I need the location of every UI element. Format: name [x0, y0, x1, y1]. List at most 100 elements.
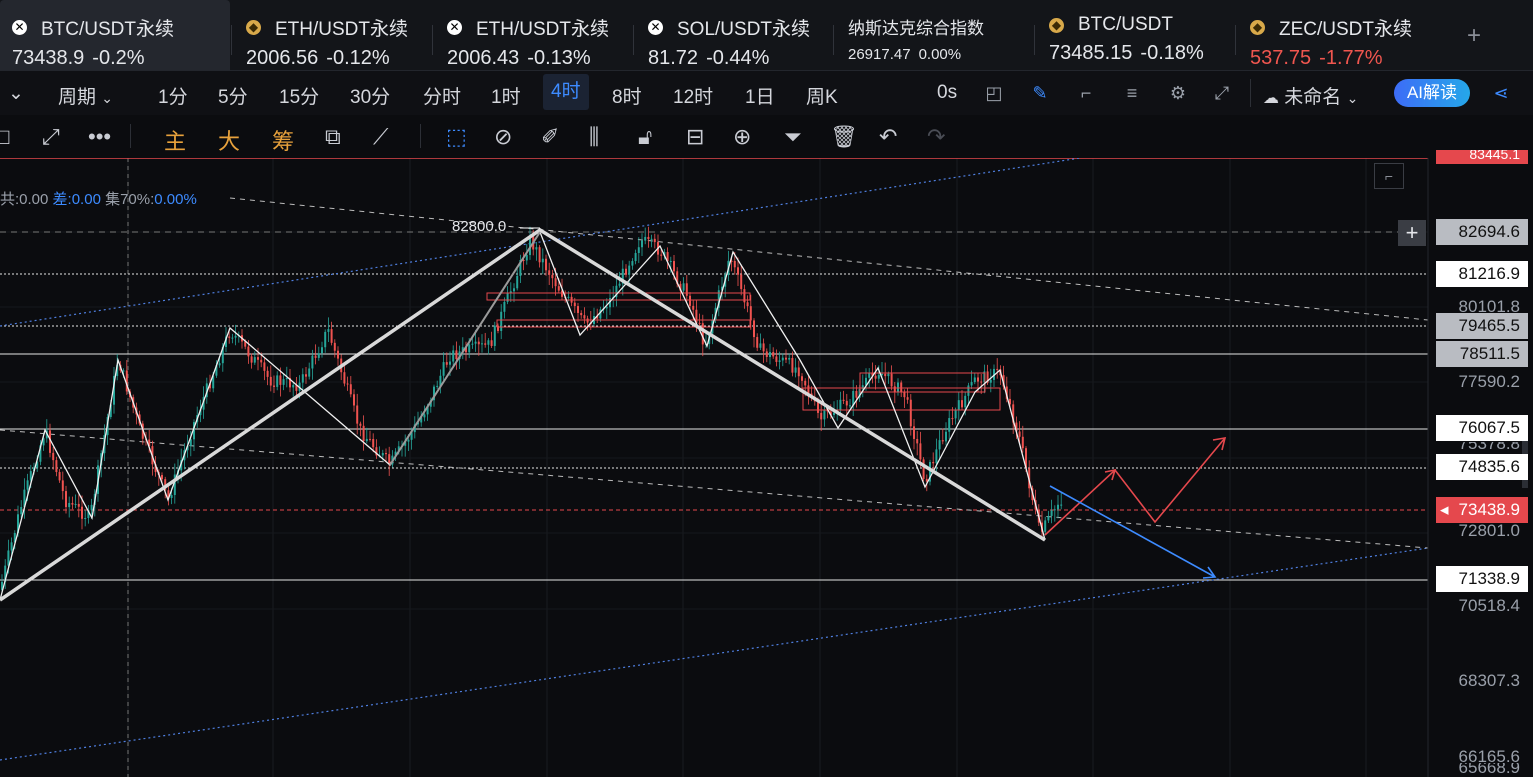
candle-body: [490, 340, 493, 346]
candle-body: [266, 370, 269, 377]
candle-body: [625, 268, 627, 275]
indicator-edit-icon[interactable]: ⧉: [325, 124, 341, 150]
trend-line: [0, 429, 1429, 549]
rectangle-icon[interactable]: □: [0, 124, 9, 150]
replay-icon[interactable]: ⌐: [1075, 83, 1097, 103]
ticker-tab[interactable]: ✕ ETH/USDT永续 2006.43 -0.13%: [433, 0, 628, 70]
indicator-label-2: 差:: [52, 191, 72, 208]
period-4时[interactable]: 4时: [543, 74, 589, 110]
candle-body: [513, 288, 515, 292]
ai-interpret-button[interactable]: AI解读: [1394, 79, 1470, 107]
candle-body: [436, 385, 439, 387]
candle-body: [650, 238, 653, 240]
big-order-button[interactable]: 大: [218, 124, 240, 156]
list-icon[interactable]: ≡: [1121, 83, 1143, 103]
ticker-tab[interactable]: ✕ SOL/USDT永续 81.72 -0.44%: [634, 0, 829, 70]
magnet-icon[interactable]: ⊕: [733, 124, 751, 150]
candle-body: [65, 491, 67, 508]
price-label-74835: 74835.6: [1436, 454, 1528, 480]
period-5分[interactable]: 5分: [218, 82, 248, 109]
candle-body: [973, 377, 976, 383]
brush-icon[interactable]: ✐: [541, 124, 559, 150]
candle-body: [321, 347, 323, 354]
line-tool-icon[interactable]: ⤢: [42, 124, 60, 150]
lock-icon[interactable]: 🔓︎: [638, 124, 652, 150]
redo-icon[interactable]: ↷: [927, 124, 945, 150]
ticker-price: 2006.43: [447, 47, 520, 69]
candle-body: [938, 440, 941, 450]
chart-corner-icon[interactable]: ⌐: [1374, 163, 1404, 189]
candle-body: [247, 346, 250, 357]
more-tools-icon[interactable]: •••: [88, 124, 111, 150]
trend-tool-icon[interactable]: ⟋: [373, 124, 388, 150]
candle-body: [365, 438, 368, 442]
period-30分[interactable]: 30分: [350, 82, 390, 109]
period-周K[interactable]: 周K: [806, 82, 838, 109]
candle-body: [452, 350, 455, 362]
layout-dropdown[interactable]: ☁ 未命名 ⌄: [1263, 82, 1358, 109]
peak-price-label: 82800.0: [452, 218, 507, 235]
chip-distribution-button[interactable]: 筹: [272, 124, 294, 156]
price-chart[interactable]: [0, 158, 1533, 777]
candle-body: [586, 318, 589, 323]
candle-body: [285, 378, 288, 380]
period-12时[interactable]: 12时: [673, 82, 713, 109]
period-分时[interactable]: 分时: [423, 82, 461, 109]
period-8时[interactable]: 8时: [612, 82, 642, 109]
ticker-tab[interactable]: ◆ ETH/USDT永续 2006.56 -0.12%: [232, 0, 427, 70]
cursor-icon[interactable]: ⬚: [446, 124, 467, 150]
candle-body: [52, 452, 55, 461]
period-15分[interactable]: 15分: [279, 82, 319, 109]
period-1分[interactable]: 1分: [158, 82, 188, 109]
candle-body: [967, 385, 970, 396]
period-1时[interactable]: 1时: [491, 82, 521, 109]
candle-body: [445, 362, 448, 365]
candle-body: [481, 343, 483, 345]
undo-icon[interactable]: ↶: [879, 124, 897, 150]
candle-body: [218, 363, 221, 366]
ticker-price-row: 2006.56 -0.12%: [246, 47, 427, 70]
candle-body: [548, 270, 551, 275]
fullscreen-icon[interactable]: ⤢: [1211, 83, 1233, 103]
ticker-tab[interactable]: ✕ BTC/USDT永续 73438.9 -0.2%: [0, 0, 230, 70]
trash-icon[interactable]: 🗑︎: [830, 124, 858, 150]
candles-icon[interactable]: ⫼: [589, 124, 599, 150]
ticker-change: -0.2%: [92, 47, 145, 69]
candle-body: [791, 357, 794, 373]
candle-body: [577, 306, 579, 313]
candle-body: [785, 357, 787, 360]
period-1日[interactable]: 1日: [745, 82, 775, 109]
add-tab-button[interactable]: +: [1467, 22, 1481, 50]
chevron-down-icon[interactable]: ⌄: [8, 82, 24, 105]
ruler-icon[interactable]: ⊘: [494, 124, 512, 150]
cloud-icon: ☁: [1263, 90, 1279, 107]
period-dropdown[interactable]: 周期 ⌄: [58, 82, 113, 109]
filter-icon[interactable]: ⏷: [784, 124, 802, 150]
add-alert-button[interactable]: +: [1398, 220, 1426, 246]
layout-name: 未命名: [1284, 87, 1342, 108]
ticker-tab[interactable]: ◆ BTC/USDT 73485.15 -0.18%: [1035, 0, 1230, 70]
ticker-tab[interactable]: 纳斯达克综合指数 26917.47 0.00%: [834, 0, 1029, 70]
ticker-name: BTC/USDT永续: [41, 19, 175, 40]
pencil-icon[interactable]: ✎: [1029, 83, 1051, 103]
candle-body: [269, 376, 272, 386]
template-icon[interactable]: ⊟: [686, 124, 704, 150]
main-indicator-button[interactable]: 主: [164, 124, 186, 156]
price-label-top: 83445.1: [1436, 150, 1528, 164]
camera-icon[interactable]: ◰: [983, 83, 1005, 103]
candle-body: [900, 382, 903, 392]
candle-body: [273, 385, 275, 387]
candle-body: [311, 355, 314, 369]
candle-body: [1044, 520, 1047, 532]
ticker-tab[interactable]: ◆ ZEC/USDT永续 537.75 -1.77%: [1236, 0, 1446, 70]
candle-body: [893, 386, 896, 393]
share-icon[interactable]: ⋖: [1490, 83, 1512, 103]
candle-body: [442, 362, 445, 376]
price-label-71338: 71338.9: [1436, 566, 1528, 592]
candle-body: [689, 295, 691, 306]
ticker-price-row: 26917.47 0.00%: [848, 46, 1029, 63]
price-axis-tick: 65668.9: [1458, 763, 1520, 777]
ticker-price-row: 537.75 -1.77%: [1250, 47, 1446, 70]
chart-canvas[interactable]: [0, 158, 1533, 777]
settings-icon[interactable]: ⚙: [1167, 83, 1189, 103]
